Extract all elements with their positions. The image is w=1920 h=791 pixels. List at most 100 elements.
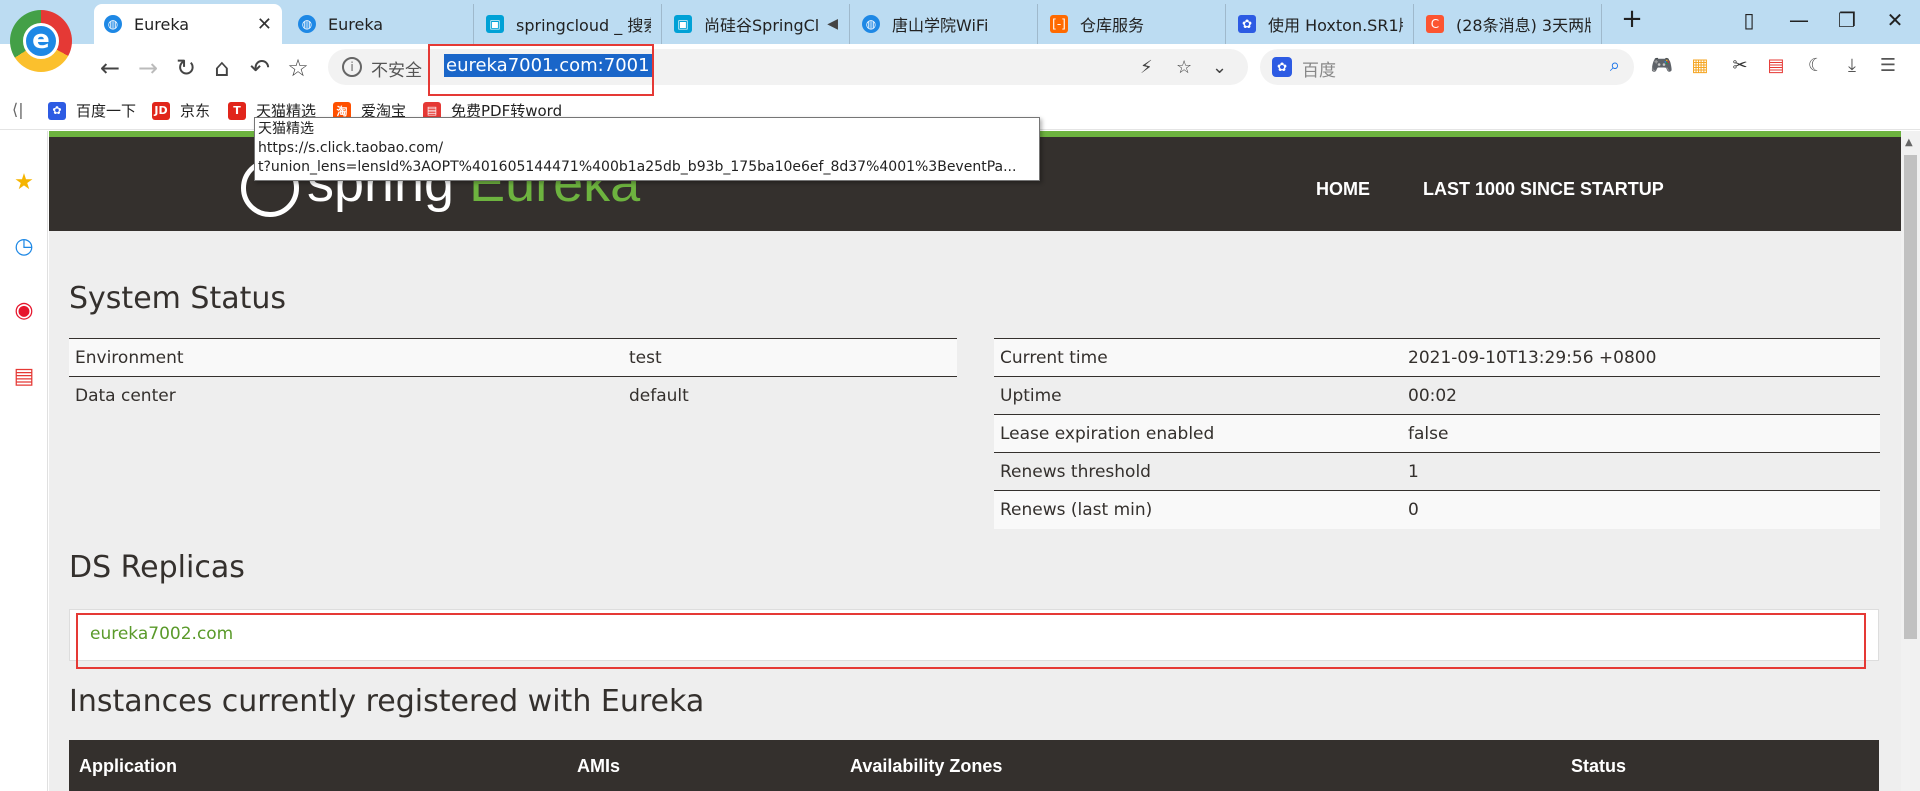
tab-hoxton[interactable]: ✿ 使用 Hoxton.SR1版: [1228, 4, 1414, 44]
status-key: Current time: [994, 338, 1402, 377]
nav-last1000-link[interactable]: LAST 1000 SINCE STARTUP: [1423, 179, 1664, 200]
eureka-page: spring Eureka HOME LAST 1000 SINCE START…: [49, 131, 1901, 791]
minimize-icon[interactable]: —: [1784, 8, 1814, 32]
tab-eureka[interactable]: ◍ Eureka: [288, 4, 474, 44]
jd-icon: JD: [152, 101, 170, 120]
table-row: Renews threshold 1: [994, 452, 1880, 491]
status-value: 00:02: [1402, 376, 1880, 415]
tab-label: 唐山学院WiFi: [892, 16, 989, 35]
history-icon[interactable]: ◷: [10, 233, 38, 261]
baidu-paw-icon: ✿: [1238, 15, 1256, 33]
browser-logo-icon: e: [10, 10, 72, 72]
tab-label: (28条消息) 3天两版: [1456, 16, 1591, 35]
tab-label: 使用 Hoxton.SR1版: [1268, 16, 1403, 35]
table-row: Current time 2021-09-10T13:29:56 +0800: [994, 338, 1880, 377]
speaker-icon[interactable]: ◀: [827, 16, 838, 32]
table-row: Uptime 00:02: [994, 376, 1880, 415]
bookmark-jd[interactable]: JD 京东: [152, 100, 210, 121]
search-icon[interactable]: ⌕: [1610, 55, 1620, 76]
bookmark-baidu[interactable]: ✿ 百度一下: [48, 100, 136, 121]
scroll-up-icon[interactable]: ▲: [1905, 137, 1913, 148]
close-icon[interactable]: ✕: [257, 14, 272, 35]
column-header: Application: [79, 756, 177, 776]
bookmark-star-icon[interactable]: ☆: [282, 52, 314, 84]
new-tab-button[interactable]: +: [1617, 4, 1647, 34]
scissors-icon[interactable]: ✂: [1728, 54, 1752, 78]
tab-shangguigu[interactable]: ▣ 尚硅谷SpringCl ◀: [664, 4, 850, 44]
forward-icon[interactable]: →: [132, 52, 164, 84]
url-highlight-box: [428, 44, 654, 96]
pdf-icon[interactable]: ▤: [1764, 54, 1788, 78]
status-value: test: [623, 338, 957, 377]
tab-repo[interactable]: [-] 仓库服务: [1040, 4, 1226, 44]
browser-sidebar: ★ ◷ ◉ ▤: [0, 131, 48, 791]
system-status-left-table: Environment test Data center default: [69, 338, 957, 415]
instances-table-header: Application AMIs Availability Zones Stat…: [69, 740, 1879, 791]
tab-label: Eureka: [134, 14, 190, 34]
system-status-right-table: Current time 2021-09-10T13:29:56 +0800 U…: [994, 338, 1880, 529]
status-value: 2021-09-10T13:29:56 +0800: [1402, 338, 1880, 377]
home-icon[interactable]: ⌂: [206, 52, 238, 84]
table-row: Environment test: [69, 338, 957, 377]
bookmark-tooltip: 天猫精选 https://s.click.taobao.com/ t?union…: [254, 117, 1040, 181]
system-status-title: System Status: [69, 281, 287, 316]
toolbar: ← → ↻ ⌂ ↶ ☆ i 不安全 eureka7001.com:7001 ⚡ …: [0, 44, 1920, 92]
scrollbar-thumb[interactable]: [1904, 155, 1917, 639]
tab-list-icon[interactable]: ▯: [1734, 8, 1764, 32]
bookmark-label: 百度一下: [76, 102, 137, 120]
tab-springcloud-search[interactable]: ▣ springcloud _ 搜索: [476, 4, 662, 44]
favorite-star-icon[interactable]: ☆: [1176, 57, 1192, 78]
tooltip-title: 天猫精选: [258, 121, 314, 137]
reload-icon[interactable]: ↻: [170, 52, 202, 84]
aliyun-icon: [-]: [1050, 15, 1068, 33]
globe-icon: ◍: [298, 15, 316, 33]
tmall-icon: T: [228, 101, 246, 120]
column-header: Availability Zones: [850, 756, 1003, 776]
weibo-icon[interactable]: ◉: [10, 297, 38, 325]
status-value: 0: [1402, 490, 1880, 529]
tab-label: 尚硅谷SpringCl: [704, 16, 820, 35]
status-key: Uptime: [994, 376, 1402, 415]
status-value: false: [1402, 414, 1880, 453]
tooltip-url-line2: t?union_lens=lensId%3AOPT%401605144471%4…: [258, 159, 1017, 175]
gamepad-icon[interactable]: 🎮: [1650, 54, 1674, 78]
search-box[interactable]: ✿ 百度 ⌕: [1260, 49, 1634, 85]
csdn-icon: C: [1426, 15, 1444, 33]
pdf-icon[interactable]: ▤: [10, 363, 38, 391]
replica-highlight-box: [76, 613, 1866, 669]
status-value: 1: [1402, 452, 1880, 491]
search-placeholder: 百度: [1302, 61, 1336, 81]
undo-close-icon[interactable]: ↶: [244, 52, 276, 84]
collapse-sidebar-icon[interactable]: ⟨|: [12, 100, 24, 119]
instances-title: Instances currently registered with Eure…: [69, 684, 705, 719]
page-scrollbar[interactable]: ▲: [1901, 131, 1920, 791]
chevron-down-icon[interactable]: ⌄: [1212, 57, 1227, 78]
table-row: Renews (last min) 0: [994, 490, 1880, 529]
baidu-paw-icon: ✿: [48, 101, 66, 120]
tab-wifi[interactable]: ◍ 唐山学院WiFi: [852, 4, 1038, 44]
download-icon[interactable]: ⤓: [1840, 54, 1864, 78]
tab-bar: ◍ Eureka ✕ ◍ Eureka ▣ springcloud _ 搜索 ▣…: [0, 0, 1920, 44]
close-window-icon[interactable]: ✕: [1880, 8, 1910, 32]
apps-grid-icon[interactable]: ▦: [1688, 54, 1712, 78]
status-value: default: [623, 376, 957, 415]
table-row: Lease expiration enabled false: [994, 414, 1880, 453]
back-icon[interactable]: ←: [94, 52, 126, 84]
tab-label: 仓库服务: [1080, 16, 1145, 35]
baidu-paw-icon: ✿: [1272, 57, 1292, 77]
nav-home-link[interactable]: HOME: [1316, 179, 1370, 200]
table-row: Data center default: [69, 376, 957, 415]
status-key: Environment: [69, 338, 623, 377]
globe-icon: ◍: [104, 15, 122, 33]
lightning-icon[interactable]: ⚡: [1140, 57, 1153, 78]
tab-label: springcloud _ 搜索: [516, 16, 651, 35]
maximize-icon[interactable]: ❐: [1832, 8, 1862, 32]
status-key: Renews (last min): [994, 490, 1402, 529]
tab-csdn[interactable]: C (28条消息) 3天两版: [1416, 4, 1602, 44]
moon-icon[interactable]: ☾: [1804, 54, 1828, 78]
menu-icon[interactable]: ☰: [1876, 54, 1900, 78]
favorites-star-icon[interactable]: ★: [10, 169, 38, 197]
globe-icon: ◍: [862, 15, 880, 33]
tab-eureka-active[interactable]: ◍ Eureka ✕: [94, 4, 282, 44]
info-icon[interactable]: i: [342, 57, 362, 77]
